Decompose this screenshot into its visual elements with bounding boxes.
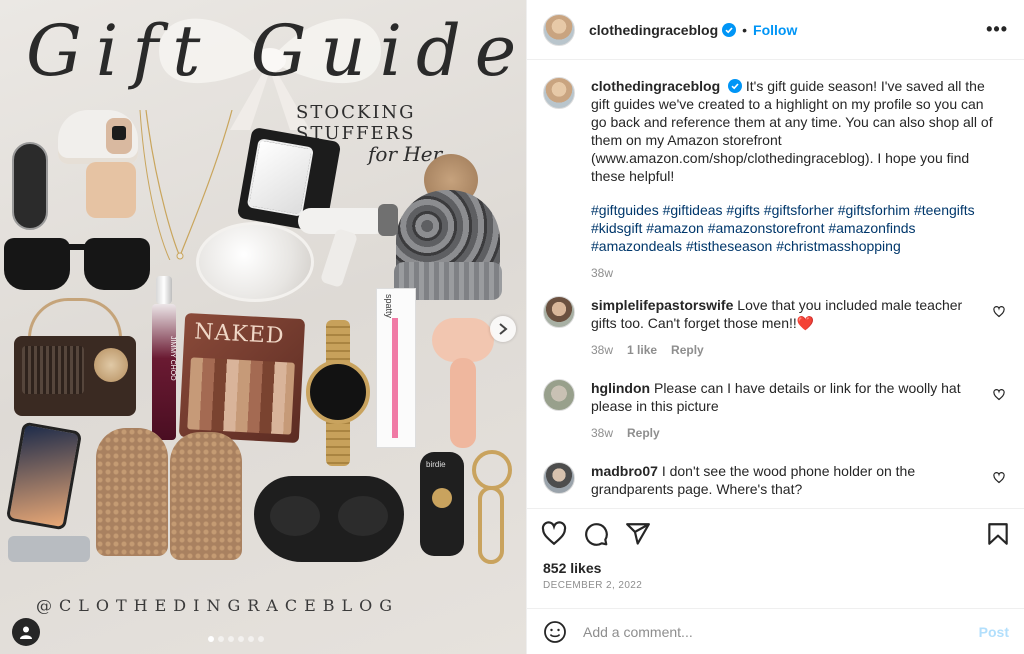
add-comment-section: Post [527, 608, 1024, 654]
author-avatar[interactable] [543, 13, 575, 46]
comment-input[interactable] [583, 623, 979, 640]
verified-badge-icon [728, 79, 743, 93]
comment-time[interactable]: 38w [591, 424, 613, 442]
user-icon [20, 626, 32, 639]
spatty-makeup-spatula: spatty [376, 288, 422, 456]
post-side-panel: clothedingraceblog • Follow ••• clothedi… [526, 0, 1024, 654]
comment-bubble-icon[interactable] [583, 521, 609, 547]
carousel-dot [218, 636, 224, 642]
comment-row: madbro07 I don't see the wood phone hold… [543, 462, 1009, 498]
comment-meta: 38w Reply [591, 424, 975, 442]
commenter-avatar[interactable] [543, 296, 575, 328]
like-heart-icon[interactable] [541, 520, 567, 547]
post-header: clothedingraceblog • Follow ••• [527, 0, 1024, 60]
reply-button[interactable]: Reply [671, 341, 704, 359]
carousel-dot [228, 636, 234, 642]
caption-hashtags[interactable]: #giftguides #giftideas #gifts #giftsforh… [591, 201, 999, 255]
retro-radio-speaker [14, 298, 136, 416]
perfume-rollerball: JIMMY CHOO [150, 276, 178, 440]
comment-meta: 38w 1 like Reply [591, 341, 975, 359]
share-send-icon[interactable] [625, 521, 651, 547]
stocking-stuffers-subtitle: STOCKING STUFFERS [296, 102, 416, 144]
reply-button[interactable]: Reply [627, 424, 660, 442]
emoji-picker-icon[interactable] [543, 620, 567, 644]
leopard-beanie [392, 154, 502, 302]
carousel-dot [208, 636, 214, 642]
fabric-shaver [58, 110, 138, 220]
travel-steamer [298, 204, 402, 289]
caption-author-avatar[interactable] [543, 77, 575, 109]
commenter-avatar[interactable] [543, 462, 575, 494]
like-comment-heart-icon[interactable] [993, 389, 1005, 401]
eyeshadow-palette: NAKED [178, 312, 306, 444]
sleep-eye-mask [254, 476, 404, 562]
caption-time[interactable]: 38w [591, 264, 613, 282]
gift-guide-title: Gift Guide [26, 10, 526, 92]
wrist-watch [304, 320, 372, 466]
follow-button[interactable]: Follow [753, 22, 797, 38]
comment-time[interactable]: 38w [591, 341, 613, 359]
next-image-button[interactable] [490, 316, 516, 342]
caption: clothedingraceblog It's gift guide seaso… [543, 77, 1009, 282]
caption-meta: 38w [591, 264, 999, 282]
more-options-button[interactable]: ••• [986, 19, 1008, 40]
comments-list[interactable]: clothedingraceblog It's gift guide seaso… [527, 61, 1024, 507]
perfume-label: JIMMY CHOO [169, 336, 176, 381]
post-actions-bar [527, 508, 1024, 558]
comment-row: hglindon Please can I have details or li… [543, 379, 1009, 442]
pink-ice-roller [432, 318, 494, 448]
car-key-fob [12, 142, 48, 230]
commenter-username[interactable]: madbro07 [591, 463, 658, 479]
tagged-users-button[interactable] [12, 618, 40, 646]
author-username[interactable]: clothedingraceblog [589, 22, 718, 38]
sherpa-mittens [96, 428, 246, 568]
post-date[interactable]: DECEMBER 2, 2022 [543, 580, 642, 591]
like-comment-heart-icon[interactable] [993, 472, 1005, 484]
round-mirror [196, 222, 314, 302]
commenter-username[interactable]: hglindon [591, 380, 650, 396]
save-bookmark-icon[interactable] [985, 521, 1011, 547]
comment-like-count[interactable]: 1 like [627, 341, 657, 359]
carousel-dots [208, 636, 264, 642]
phone-stand [5, 421, 92, 566]
caption-username[interactable]: clothedingraceblog [591, 78, 720, 94]
image-handle-watermark: @CLOTHEDINGRACEBLOG [36, 596, 400, 615]
header-separator: • [742, 21, 748, 38]
sunglasses [4, 232, 150, 294]
carousel-dot [258, 636, 264, 642]
chevron-right-icon [499, 323, 508, 335]
post-comment-button[interactable]: Post [979, 624, 1009, 640]
verified-badge-icon [722, 22, 737, 37]
palette-label: NAKED [193, 319, 286, 350]
gold-key-ring [472, 450, 512, 564]
commenter-username[interactable]: simplelifepastorswife [591, 297, 733, 313]
personal-safety-alarm: birdie [420, 452, 464, 556]
post-image[interactable]: Gift Guide STOCKING STUFFERS for Her JIM… [0, 0, 526, 654]
spatula-label: spatty [384, 294, 394, 319]
like-count[interactable]: 852 likes [543, 560, 601, 576]
comment-row: simplelifepastorswife Love that you incl… [543, 296, 1009, 359]
like-comment-heart-icon[interactable] [993, 306, 1005, 318]
carousel-dot [248, 636, 254, 642]
alarm-label: birdie [426, 460, 446, 469]
carousel-dot [238, 636, 244, 642]
commenter-avatar[interactable] [543, 379, 575, 411]
